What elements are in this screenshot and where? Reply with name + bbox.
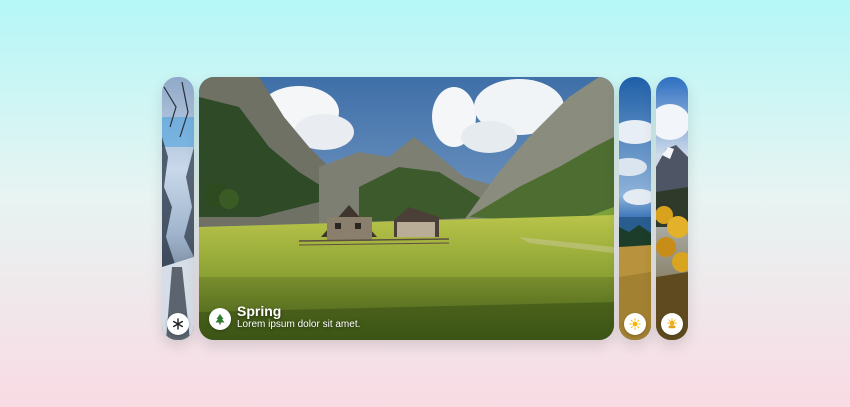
snowflake-icon <box>173 318 184 330</box>
autumn-badge <box>661 313 683 335</box>
spring-card[interactable]: Spring Lorem ipsum dolor sit amet. <box>199 77 614 340</box>
winter-card[interactable] <box>162 77 194 340</box>
spring-badge <box>209 308 231 330</box>
tree-icon <box>215 314 225 325</box>
card-title: Spring <box>237 303 282 319</box>
spring-caption: Spring Lorem ipsum dolor sit amet. <box>237 304 360 331</box>
autumn-card[interactable] <box>656 77 688 340</box>
card-subtitle: Lorem ipsum dolor sit amet. <box>237 319 361 330</box>
autumn-photo <box>656 77 688 340</box>
summer-badge <box>624 313 646 335</box>
winter-photo <box>162 77 194 340</box>
spring-photo <box>199 77 614 340</box>
sun-cloud-icon <box>667 318 677 329</box>
summer-photo <box>619 77 651 340</box>
season-gallery: Spring Lorem ipsum dolor sit amet. <box>162 77 688 340</box>
summer-card[interactable] <box>619 77 651 340</box>
sun-icon <box>629 318 641 330</box>
winter-badge <box>167 313 189 335</box>
